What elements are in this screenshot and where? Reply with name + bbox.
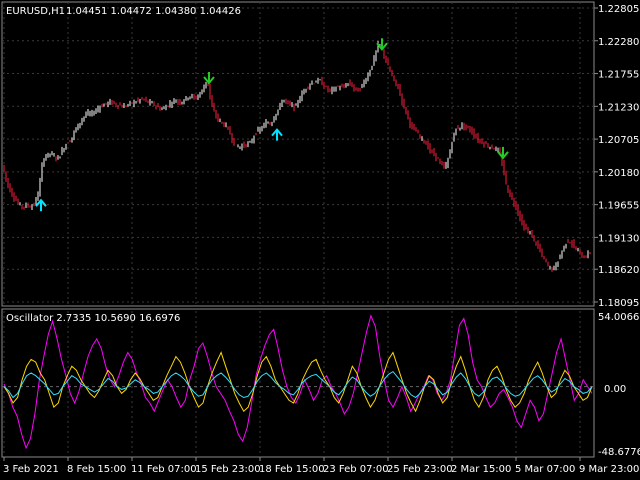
oscillator-min-label: -48.6776 bbox=[598, 447, 640, 458]
price-tick-label: 1.20705 bbox=[598, 135, 639, 146]
time-tick-label: 15 Feb 23:00 bbox=[195, 464, 261, 475]
time-tick-label: 9 Mar 23:00 bbox=[579, 464, 639, 475]
time-tick-label: 25 Feb 23:00 bbox=[387, 464, 453, 475]
oscillator-panel-frame bbox=[1, 308, 595, 458]
time-tick-label: 11 Feb 07:00 bbox=[131, 464, 197, 475]
ohlc-values: 1.04451 1.04472 1.04380 1.04426 bbox=[66, 6, 241, 17]
oscillator-zero-label: 0.00 bbox=[604, 384, 626, 395]
price-tick-label: 1.21755 bbox=[598, 70, 639, 81]
price-tick-label: 1.19655 bbox=[598, 201, 639, 212]
price-tick-label: 1.18095 bbox=[598, 298, 639, 309]
oscillator-max-label: 54.0066 bbox=[598, 312, 639, 323]
oscillator-title: Oscillator 2.7335 10.5690 16.6976 bbox=[6, 313, 180, 324]
price-panel[interactable]: EURUSD,H1 1.04451 1.04472 1.04380 1.0442… bbox=[1, 1, 639, 309]
chart-canvas: EURUSD,H1 1.04451 1.04472 1.04380 1.0442… bbox=[0, 0, 640, 480]
price-tick-label: 1.21230 bbox=[598, 102, 639, 113]
price-tick-label: 1.20180 bbox=[598, 168, 639, 179]
symbol-label: EURUSD,H1 bbox=[6, 6, 65, 17]
time-tick-label: 3 Feb 2021 bbox=[3, 464, 59, 475]
price-tick-label: 1.18620 bbox=[598, 265, 639, 276]
time-tick-label: 2 Mar 15:00 bbox=[451, 464, 511, 475]
time-tick-label: 5 Mar 07:00 bbox=[515, 464, 575, 475]
price-tick-label: 1.22805 bbox=[598, 4, 639, 15]
time-tick-label: 8 Feb 15:00 bbox=[67, 464, 126, 475]
price-tick-label: 1.19130 bbox=[598, 233, 639, 244]
time-tick-label: 18 Feb 15:00 bbox=[259, 464, 325, 475]
oscillator-panel[interactable]: Oscillator 2.7335 10.5690 16.6976 54.006… bbox=[1, 308, 640, 458]
price-tick-label: 1.22280 bbox=[598, 37, 639, 48]
time-tick-label: 23 Feb 07:00 bbox=[323, 464, 389, 475]
